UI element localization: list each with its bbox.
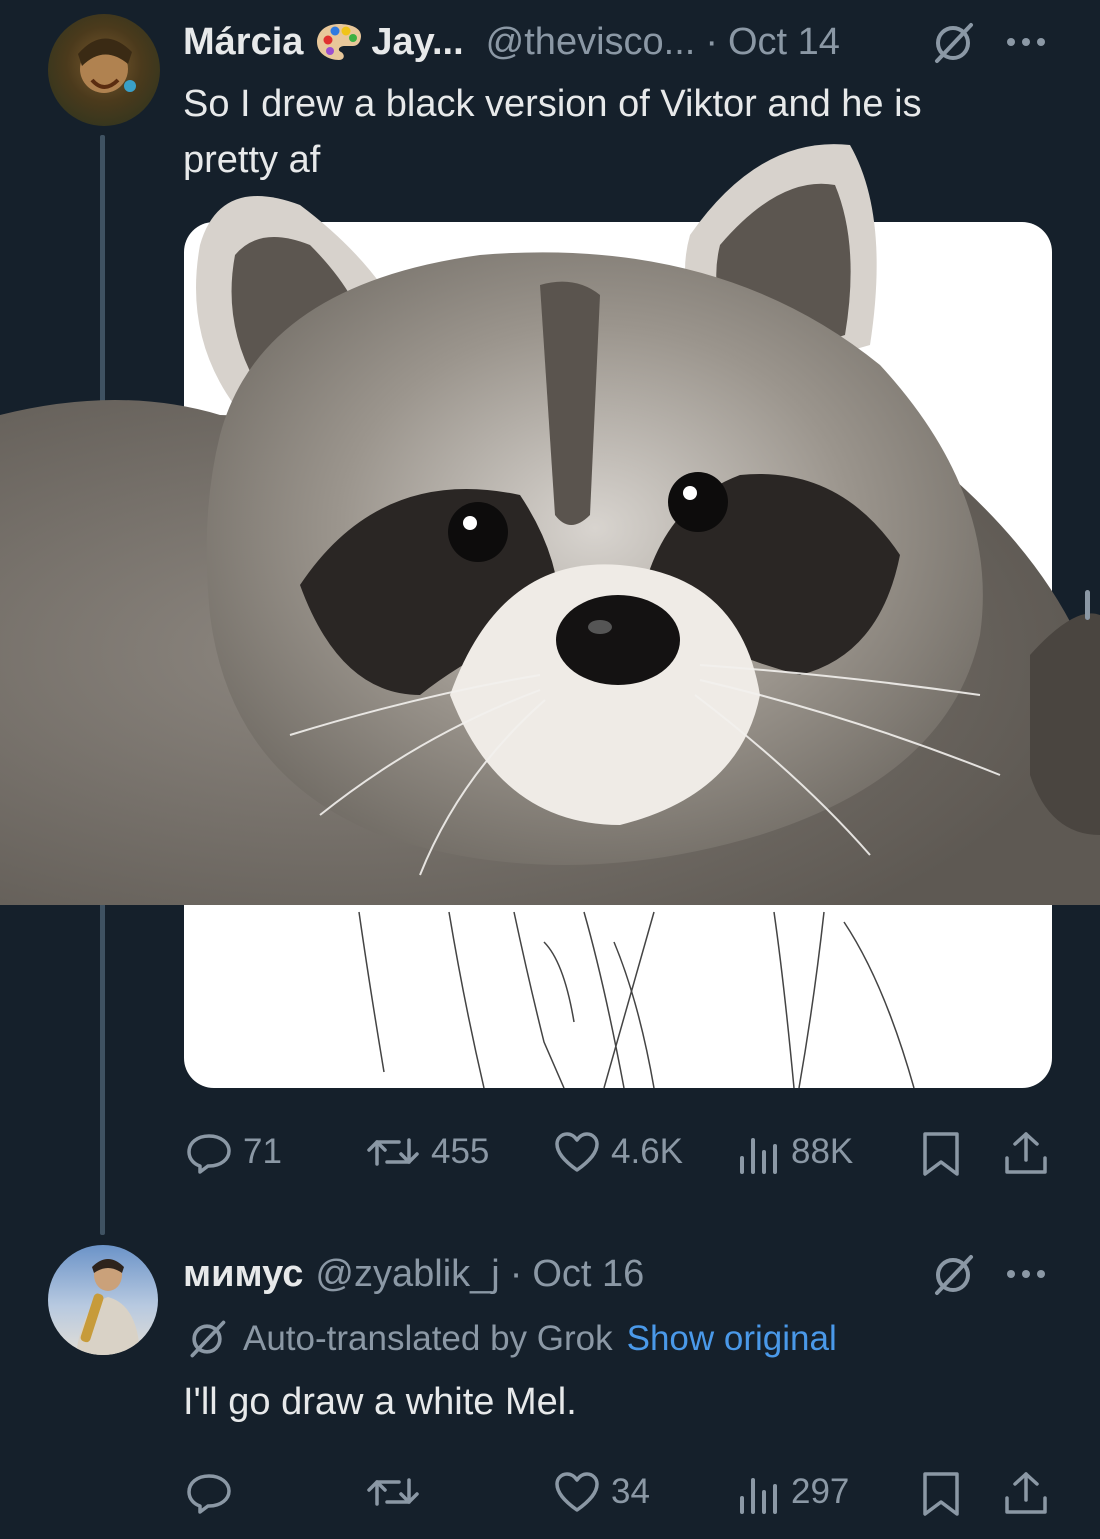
share-icon <box>1005 1472 1047 1514</box>
separator: · <box>509 1252 523 1295</box>
display-name-suffix[interactable]: Jay... <box>371 21 463 64</box>
display-name[interactable]: Márcia <box>183 21 303 64</box>
repost-icon <box>367 1138 419 1166</box>
display-name[interactable]: мимус <box>183 1253 303 1296</box>
repost-icon <box>367 1478 419 1506</box>
avatar-marcia[interactable] <box>48 14 160 126</box>
views-button[interactable]: 88K <box>737 1128 853 1176</box>
grok-small-icon <box>185 1317 229 1361</box>
heart-icon <box>555 1132 599 1172</box>
repost-button[interactable]: 455 <box>365 1128 489 1176</box>
bookmark-icon <box>923 1472 959 1516</box>
more-options-icon[interactable] <box>1003 1254 1049 1304</box>
reply-button[interactable] <box>185 1468 243 1516</box>
artist-palette-icon <box>315 22 363 62</box>
grok-icon[interactable] <box>928 18 978 68</box>
like-button[interactable]: 4.6K <box>553 1128 683 1176</box>
reply-icon <box>187 1134 231 1174</box>
share-icon <box>1005 1132 1047 1174</box>
translation-note: Auto-translated by Grok <box>243 1319 613 1358</box>
tweet-1-header: Márcia Jay... @thevisco... · Oct 14 <box>183 18 1053 66</box>
show-original-link[interactable]: Show original <box>627 1319 837 1359</box>
like-button[interactable]: 34 <box>553 1468 650 1516</box>
more-options-icon[interactable] <box>1003 22 1049 72</box>
bookmark-button[interactable] <box>919 1130 963 1178</box>
views-button[interactable]: 297 <box>737 1468 849 1516</box>
timestamp[interactable]: Oct 14 <box>728 21 840 64</box>
scrollbar-thumb[interactable] <box>1085 590 1090 620</box>
translation-row: Auto-translated by Grok Show original <box>185 1316 837 1362</box>
reply-count: 71 <box>243 1132 282 1171</box>
reply-button[interactable]: 71 <box>185 1128 282 1176</box>
views-count: 297 <box>791 1472 850 1511</box>
timestamp[interactable]: Oct 16 <box>532 1253 644 1296</box>
views-icon <box>740 1138 777 1174</box>
repost-button[interactable] <box>365 1468 431 1516</box>
tweet-1-text-line-1: So I drew a black version of Viktor and … <box>183 83 922 125</box>
handle[interactable]: @zyablik_j <box>315 1253 499 1296</box>
heart-icon <box>555 1472 599 1512</box>
views-icon <box>740 1478 777 1514</box>
tweet-2-header: мимус @zyablik_j · Oct 16 <box>183 1250 923 1298</box>
tweet-2-text: I'll go draw a white Mel. <box>183 1381 577 1423</box>
share-button[interactable] <box>1003 1130 1049 1178</box>
like-count: 4.6K <box>611 1132 683 1171</box>
bookmark-icon <box>923 1132 959 1176</box>
tweet-1-actions: 71 455 4.6K 88K <box>185 1128 1053 1182</box>
reply-icon <box>187 1474 231 1514</box>
tweet-2-actions: 34 297 <box>185 1468 1053 1522</box>
handle[interactable]: @thevisco... <box>486 21 696 64</box>
views-count: 88K <box>791 1132 854 1171</box>
like-count: 34 <box>611 1472 650 1511</box>
raccoon-sticker-image <box>0 135 1100 905</box>
separator: · <box>705 20 718 63</box>
avatar-mimus[interactable] <box>48 1245 158 1355</box>
grok-icon[interactable] <box>928 1250 978 1300</box>
bookmark-button[interactable] <box>919 1470 963 1518</box>
share-button[interactable] <box>1003 1470 1049 1518</box>
repost-count: 455 <box>431 1132 490 1171</box>
